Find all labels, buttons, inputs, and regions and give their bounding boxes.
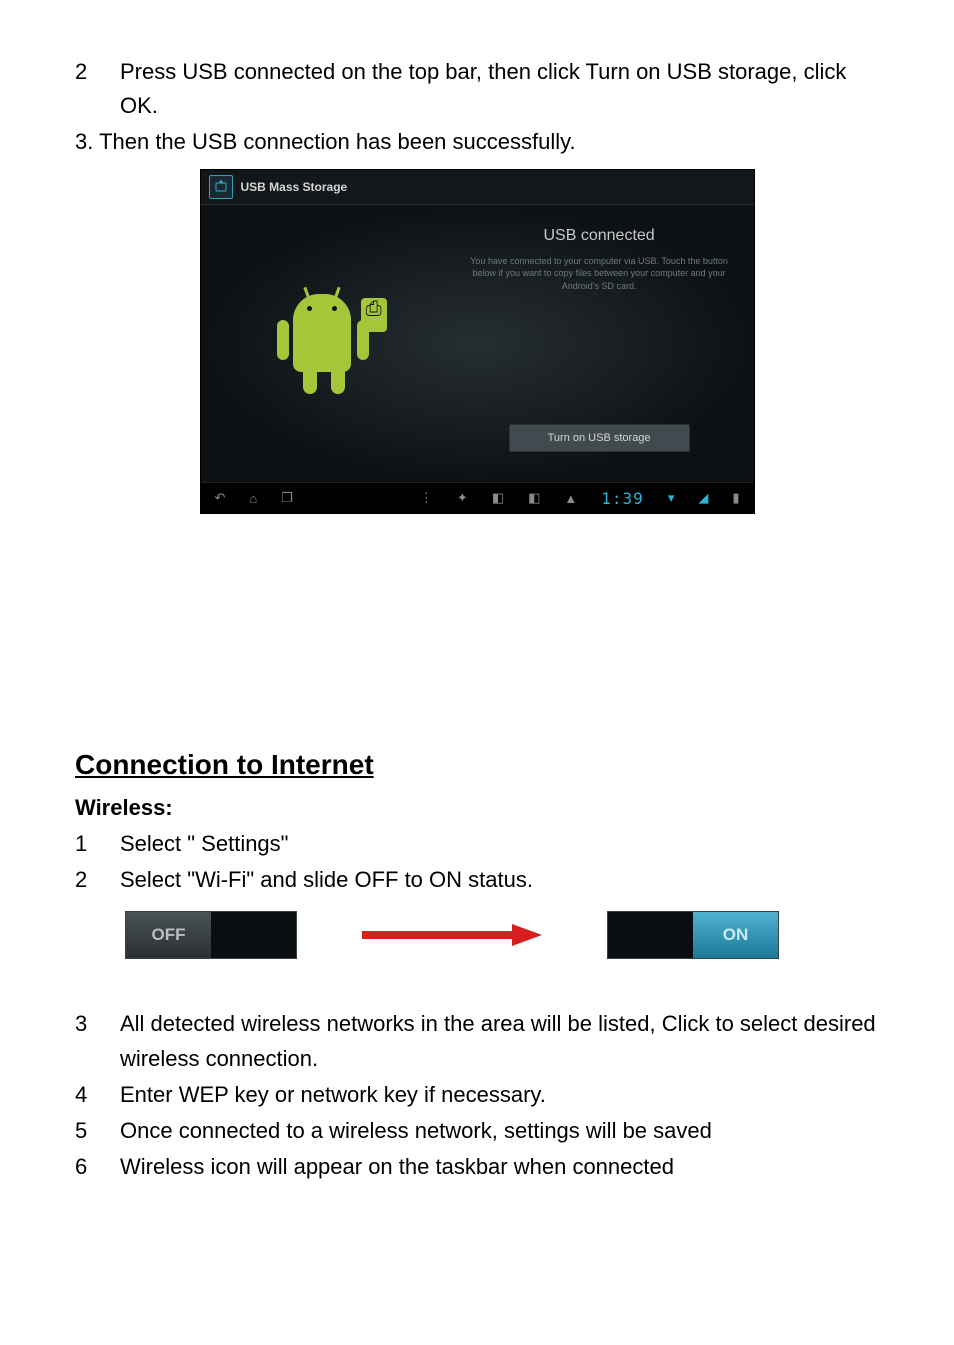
turn-on-usb-storage-button[interactable]: Turn on USB storage [509, 424, 690, 452]
list-number: 5 [75, 1114, 120, 1148]
list-text: Once connected to a wireless network, se… [120, 1114, 879, 1148]
wifi-toggle-off[interactable]: OFF [125, 911, 297, 959]
list-number: 2 [75, 863, 120, 897]
document-page: 2 Press USB connected on the top bar, th… [0, 0, 954, 1345]
back-icon[interactable]: ↶ [215, 490, 226, 506]
list-number: 4 [75, 1078, 120, 1112]
warning-icon: ▲ [564, 491, 577, 506]
usb-connected-description: You have connected to your computer via … [459, 255, 740, 291]
home-icon[interactable]: ⌂ [249, 491, 257, 506]
list-item: 1 Select " Settings" [75, 827, 879, 861]
toggle-off-label: OFF [126, 912, 211, 958]
list-item: 3 All detected wireless networks in the … [75, 1007, 879, 1075]
list-text: All detected wireless networks in the ar… [120, 1007, 879, 1075]
android-robot-icon: ⎙ [273, 284, 373, 404]
subsection-heading: Wireless: [75, 795, 879, 821]
list-item: 5 Once connected to a wireless network, … [75, 1114, 879, 1148]
android-body: ⎙ USB connected You have connected to yo… [201, 205, 754, 482]
wifi-toggle-on[interactable]: ON [607, 911, 779, 959]
list-text: Wireless icon will appear on the taskbar… [120, 1150, 879, 1184]
usb-icon: ⎙ [361, 298, 387, 332]
status-icon: ◧ [528, 490, 540, 506]
list-item: 3. Then the USB connection has been succ… [75, 125, 879, 159]
section-heading: Connection to Internet [75, 749, 879, 781]
status-icon: ◧ [492, 490, 504, 506]
window-title: USB Mass Storage [241, 180, 348, 194]
arrow-icon [357, 924, 547, 946]
android-robot-area: ⎙ [201, 205, 445, 482]
toggle-empty [211, 912, 296, 958]
list-text: Enter WEP key or network key if necessar… [120, 1078, 879, 1112]
signal-icon: ◢ [698, 490, 708, 506]
list-item: 6 Wireless icon will appear on the taskb… [75, 1150, 879, 1184]
spacer [75, 514, 879, 749]
toggle-empty [608, 912, 693, 958]
status-icon: ⋮ [420, 490, 433, 506]
list-number: 6 [75, 1150, 120, 1184]
android-screenshot: USB Mass Storage ⎙ USB connected You hav… [200, 169, 755, 514]
list-item: 4 Enter WEP key or network key if necess… [75, 1078, 879, 1112]
list-number: 3 [75, 1007, 120, 1075]
clock: 1:39 [601, 489, 644, 508]
battery-icon: ▮ [732, 490, 739, 506]
android-right-panel: USB connected You have connected to your… [445, 205, 754, 482]
usb-connected-heading: USB connected [544, 227, 655, 245]
list-text: Select "Wi-Fi" and slide OFF to ON statu… [120, 863, 879, 897]
list-item: 2 Select "Wi-Fi" and slide OFF to ON sta… [75, 863, 879, 897]
android-titlebar: USB Mass Storage [201, 170, 754, 205]
list-number: 1 [75, 827, 120, 861]
status-icon: ✦ [457, 490, 468, 506]
list-text: Select " Settings" [120, 827, 879, 861]
android-navbar: ↶ ⌂ ❐ ⋮ ✦ ◧ ◧ ▲ 1:39 ▾ ◢ ▮ [201, 482, 754, 513]
toggle-illustration: OFF ON [125, 911, 879, 959]
list-item: 2 Press USB connected on the top bar, th… [75, 55, 879, 123]
list-number: 2 [75, 55, 120, 123]
wifi-icon: ▾ [668, 490, 675, 506]
list-text: Press USB connected on the top bar, then… [120, 55, 879, 123]
toggle-on-label: ON [693, 912, 778, 958]
app-icon [209, 175, 233, 199]
recent-apps-icon[interactable]: ❐ [281, 490, 293, 506]
